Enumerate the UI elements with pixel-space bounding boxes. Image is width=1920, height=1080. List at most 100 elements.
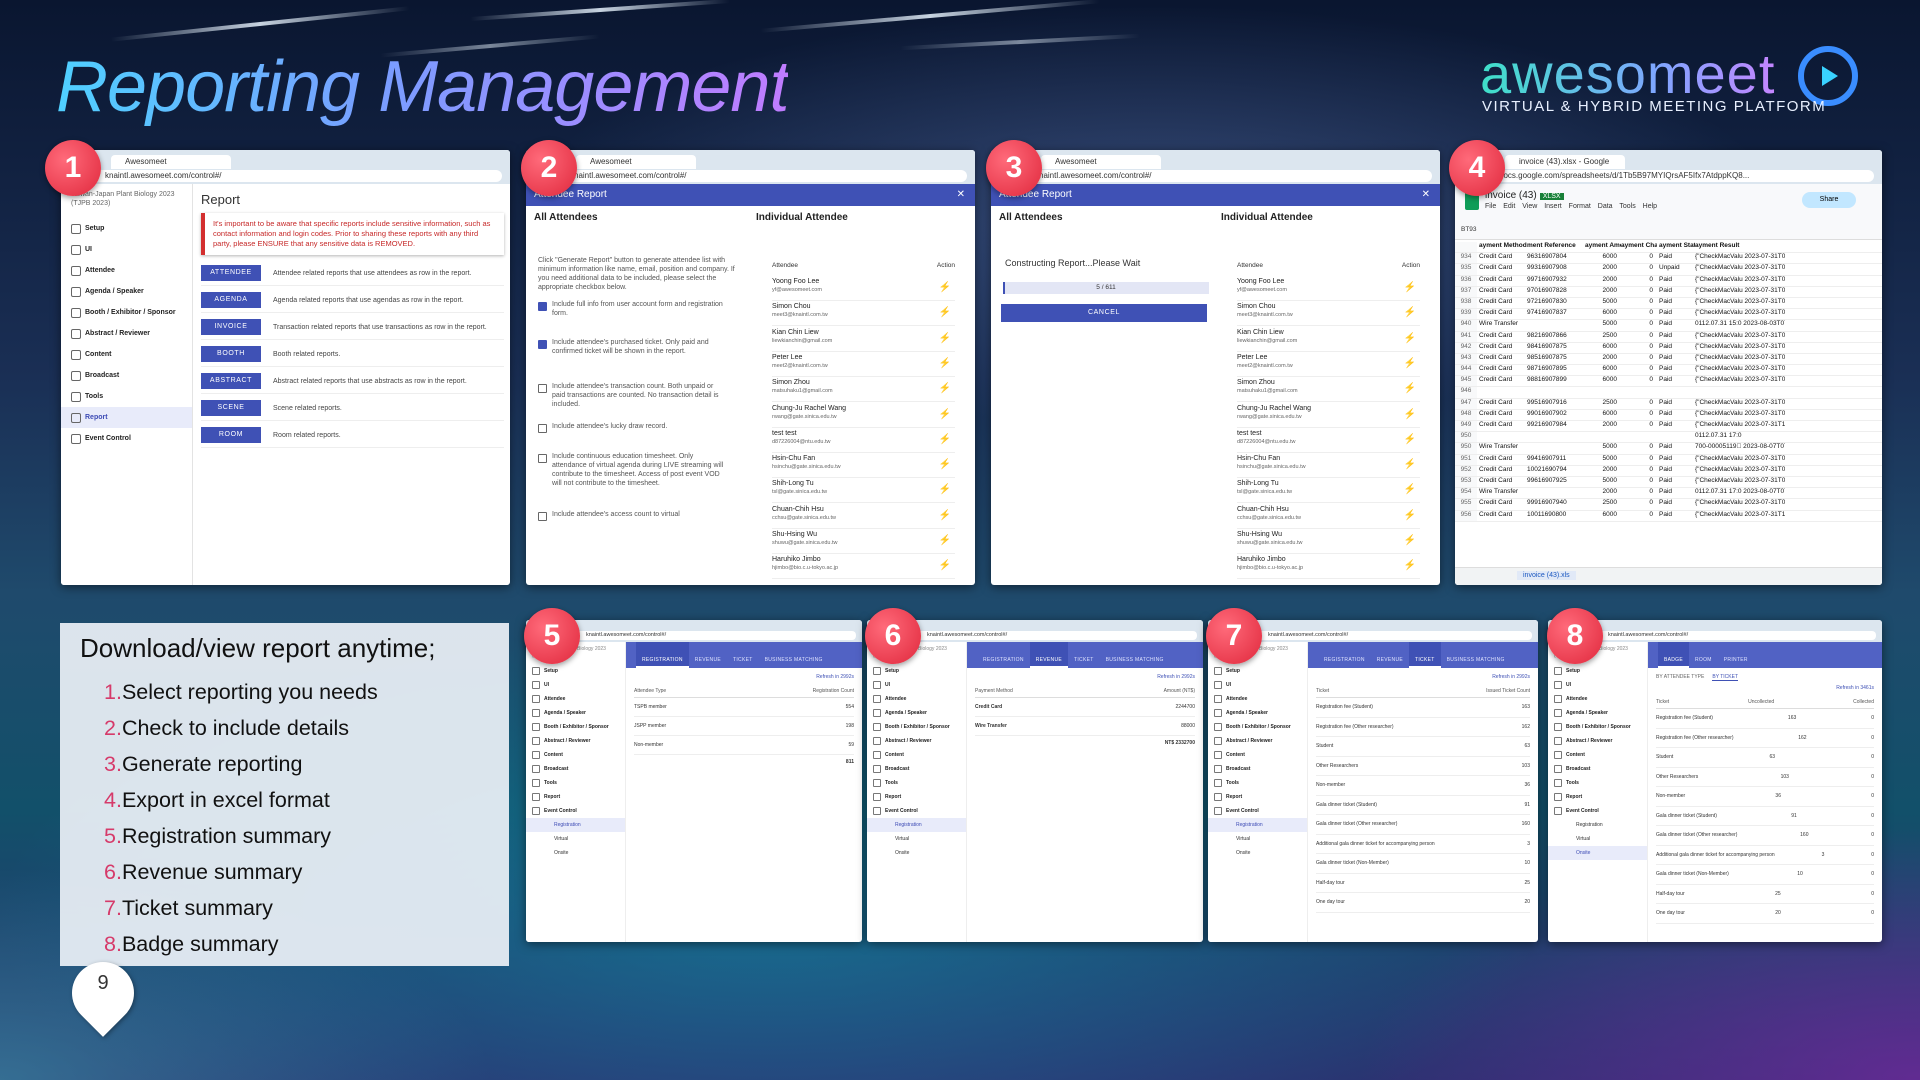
sidebar-item[interactable]: Setup xyxy=(867,664,966,678)
cell[interactable]: 2000 xyxy=(1585,488,1621,498)
run-report-icon[interactable]: ⚡ xyxy=(939,358,951,369)
close-icon[interactable]: ✕ xyxy=(1422,184,1430,206)
cell[interactable]: Credit Card xyxy=(1477,499,1527,509)
sidebar-item[interactable]: Report xyxy=(867,790,966,804)
run-report-icon[interactable]: ⚡ xyxy=(1404,383,1416,394)
sidebar-item[interactable]: Booth / Exhibitor / Sponsor xyxy=(1208,720,1307,734)
cell[interactable]: Credit Card xyxy=(1477,343,1527,353)
cell[interactable]: {"CheckMacValu 2023-07-31T07:47:34.000 xyxy=(1695,365,1785,375)
cell[interactable]: Paid xyxy=(1657,253,1695,263)
cell[interactable]: 2000 xyxy=(1585,354,1621,364)
summary-tab[interactable]: REGISTRATION xyxy=(977,642,1030,668)
cell[interactable] xyxy=(1621,387,1657,397)
cell[interactable]: 99716907932 xyxy=(1527,276,1585,286)
cell[interactable]: 6000 xyxy=(1585,343,1621,353)
run-report-icon[interactable]: ⚡ xyxy=(939,333,951,344)
sidebar-item-setup[interactable]: Setup xyxy=(61,218,192,239)
sidebar-item[interactable]: UI xyxy=(867,678,966,692)
cell[interactable]: 99916907940 xyxy=(1527,499,1585,509)
cell[interactable]: 98216907866 xyxy=(1527,332,1585,342)
cell[interactable]: 0 xyxy=(1621,421,1657,431)
cell[interactable]: Wire Transfer xyxy=(1477,320,1527,330)
sidebar-item[interactable]: Report xyxy=(526,790,625,804)
sidebar-item[interactable]: UI xyxy=(526,678,625,692)
report-option[interactable]: Include continuous education timesheet. … xyxy=(538,452,728,488)
sidebar-item-ui[interactable]: UI xyxy=(61,239,192,260)
cell[interactable]: {"CheckMacValu 2023-07-31T10:17:38.000 xyxy=(1695,421,1785,431)
cell[interactable]: 2000 xyxy=(1585,466,1621,476)
sidebar-item[interactable]: Abstract / Reviewer xyxy=(867,734,966,748)
address-bar[interactable]: knaintl.awesomeet.com/control#/ xyxy=(540,170,967,182)
cell[interactable]: Credit Card xyxy=(1477,365,1527,375)
cell[interactable]: 0112.07.31 17:0 xyxy=(1695,432,1785,442)
cell[interactable]: Paid xyxy=(1657,477,1695,487)
report-type-button[interactable]: ROOM xyxy=(201,427,261,443)
cell[interactable]: Credit Card xyxy=(1477,466,1527,476)
cell[interactable]: 0 xyxy=(1621,410,1657,420)
cell[interactable]: {"CheckMacValu 2023-07-31T07:16:20.000 xyxy=(1695,343,1785,353)
sidebar-item[interactable]: Tools xyxy=(526,776,625,790)
cell[interactable]: 0 xyxy=(1621,298,1657,308)
cell[interactable]: 98816907899 xyxy=(1527,376,1585,386)
sidebar-item[interactable]: Tools xyxy=(1208,776,1307,790)
cell[interactable] xyxy=(1527,432,1585,442)
cell[interactable]: Credit Card xyxy=(1477,253,1527,263)
report-type-button[interactable]: AGENDA xyxy=(201,292,261,308)
browser-tab[interactable]: invoice (43).xlsx - Google She xyxy=(1505,155,1625,180)
run-report-icon[interactable]: ⚡ xyxy=(1404,307,1416,318)
browser-tab[interactable]: Awesomeet xyxy=(111,155,231,169)
run-report-icon[interactable]: ⚡ xyxy=(939,535,951,546)
summary-tab[interactable]: TICKET xyxy=(1409,642,1441,668)
cell[interactable]: 6000 xyxy=(1585,365,1621,375)
run-report-icon[interactable]: ⚡ xyxy=(1404,560,1416,571)
cell[interactable] xyxy=(1657,387,1695,397)
close-icon[interactable]: ✕ xyxy=(957,184,965,206)
address-bar[interactable]: knaintl.awesomeet.com/control#/ xyxy=(1588,631,1876,640)
cell[interactable]: 6000 xyxy=(1585,376,1621,386)
sidebar-item[interactable]: Attendee xyxy=(1208,692,1307,706)
sidebar-item[interactable]: Event Control xyxy=(867,804,966,818)
report-type-button[interactable]: INVOICE xyxy=(201,319,261,335)
cell[interactable]: 97416907837 xyxy=(1527,309,1585,319)
cell[interactable]: 97016907828 xyxy=(1527,287,1585,297)
run-report-icon[interactable]: ⚡ xyxy=(939,307,951,318)
cell[interactable]: 99516907916 xyxy=(1527,399,1585,409)
summary-tab[interactable]: REVENUE xyxy=(1371,642,1409,668)
cell[interactable]: 0 xyxy=(1621,365,1657,375)
report-option[interactable]: Include attendee's access count to virtu… xyxy=(538,510,728,521)
summary-tab[interactable]: TICKET xyxy=(1068,642,1100,668)
cell[interactable]: 2500 xyxy=(1585,499,1621,509)
cell[interactable]: Paid xyxy=(1657,488,1695,498)
cell[interactable]: Paid xyxy=(1657,376,1695,386)
cell[interactable]: {"CheckMacValu 2023-07-31T06:15:09.000 xyxy=(1695,309,1785,319)
run-report-icon[interactable]: ⚡ xyxy=(1404,459,1416,470)
sidebar-item[interactable]: Agenda / Speaker xyxy=(1548,706,1647,720)
cell[interactable]: 0112.07.31 15:0 2023-08-03T07:28:10.000 xyxy=(1695,320,1785,330)
cell[interactable]: Credit Card xyxy=(1477,354,1527,364)
sidebar-item[interactable]: Setup xyxy=(1548,664,1647,678)
cell[interactable]: Credit Card xyxy=(1477,376,1527,386)
report-option[interactable]: Include attendee's lucky draw record. xyxy=(538,422,728,433)
sidebar-subitem[interactable]: Onsite xyxy=(1208,846,1307,860)
cell[interactable]: 99416907911 xyxy=(1527,455,1585,465)
report-type-button[interactable]: BOOTH xyxy=(201,346,261,362)
sidebar-item[interactable]: Abstract / Reviewer xyxy=(526,734,625,748)
cell[interactable] xyxy=(1657,432,1695,442)
cell[interactable]: {"CheckMacValu 2023-07-31T15:51:17.000 xyxy=(1695,511,1785,521)
cell[interactable]: 99316907908 xyxy=(1527,264,1585,274)
sidebar-item-tools[interactable]: Tools xyxy=(61,386,192,407)
run-report-icon[interactable]: ⚡ xyxy=(1404,510,1416,521)
cell[interactable]: 98416907875 xyxy=(1527,343,1585,353)
cell[interactable]: 0 xyxy=(1621,354,1657,364)
cell[interactable]: Paid xyxy=(1657,410,1695,420)
cell[interactable]: 0 xyxy=(1621,477,1657,487)
cell[interactable] xyxy=(1585,387,1621,397)
summary-tab[interactable]: ROOM xyxy=(1689,642,1718,668)
sidebar-item[interactable]: Setup xyxy=(1208,664,1307,678)
cell[interactable]: Paid xyxy=(1657,320,1695,330)
sidebar-item[interactable]: Content xyxy=(1548,748,1647,762)
sidebar-item-event-control[interactable]: Event Control xyxy=(61,428,192,449)
checkbox[interactable] xyxy=(538,454,547,463)
cell[interactable] xyxy=(1527,488,1585,498)
cell[interactable]: Credit Card xyxy=(1477,421,1527,431)
